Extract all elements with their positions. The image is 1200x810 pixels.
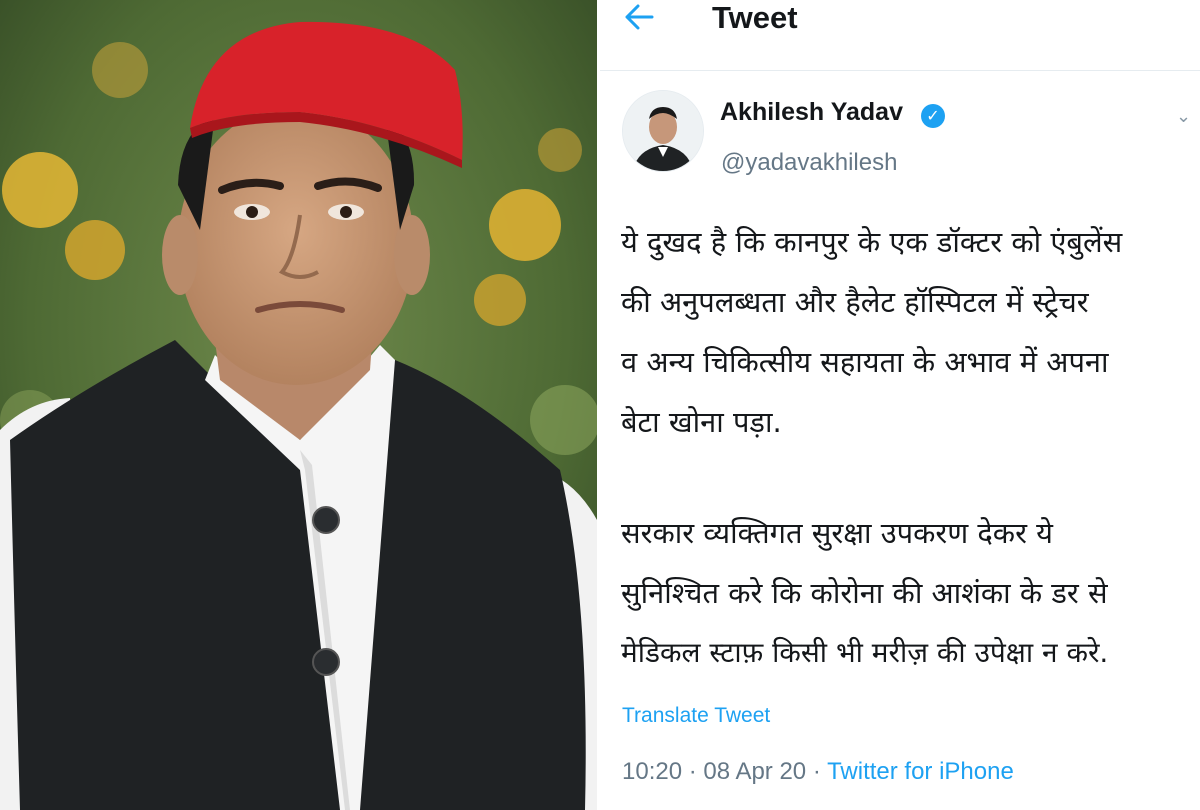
tweet-meta: 10:20 · 08 Apr 20 · Twitter for iPhone [622,758,1014,786]
tweet-text-line: बेटा खोना पड़ा. [621,405,782,439]
tweet-time: 10:20 [622,758,683,785]
politician-photo [0,0,597,810]
chevron-down-icon[interactable]: ⌄ [1176,106,1191,127]
arrow-left-icon[interactable] [624,2,672,42]
avatar-image [623,91,703,171]
meta-separator: · [688,758,697,785]
tweet-text-line: मेडिकल स्टाफ़ किसी भी मरीज़ की उपेक्षा न… [621,636,1109,669]
arrow-left-icon-graphic [625,4,654,30]
verified-badge-icon: ✓ [921,104,945,128]
tweet-text-line: सुनिश्चित करे कि कोरोना की आशंका के डर स… [621,576,1108,610]
tweet-source-link[interactable]: Twitter for iPhone [827,758,1014,785]
tweet-header-bar: Tweet [600,0,1200,71]
meta-separator: · [812,758,821,785]
tweet-text-line: की अनुपलब्धता और हैलेट हॉस्पिटल में स्ट्… [621,285,1089,319]
avatar[interactable] [622,90,704,172]
author-name[interactable]: Akhilesh Yadav [720,98,903,127]
tweet-text-line: सरकार व्यक्तिगत सुरक्षा उपकरण देकर ये [621,516,1053,550]
tweet-text-line: व अन्य चिकित्सीय सहायता के अभाव में अपना [621,345,1109,379]
tweet-panel: Tweet Akhilesh Yadav ✓ @yadavakhilesh ⌄ … [600,0,1200,810]
tweet-date: 08 Apr 20 [703,758,807,785]
author-handle[interactable]: @yadavakhilesh [721,149,897,177]
page-title: Tweet [712,0,798,35]
photo-illustration [0,0,597,810]
translate-tweet-link[interactable]: Translate Tweet [622,704,770,728]
tweet-text-line: ये दुखद है कि कानपुर के एक डॉक्टर को एंब… [621,225,1123,259]
